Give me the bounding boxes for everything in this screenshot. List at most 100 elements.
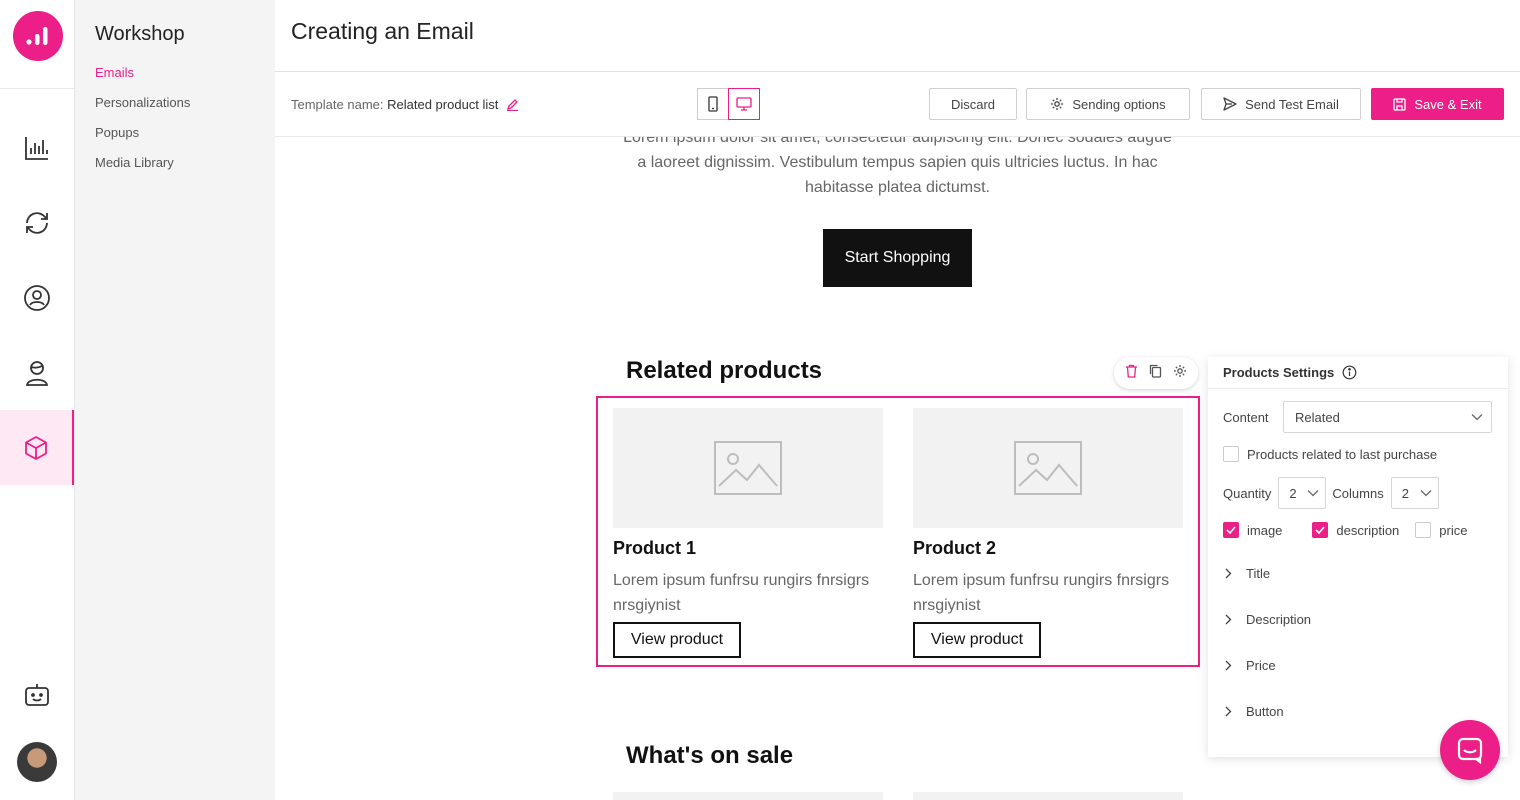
send-test-email-button[interactable]: Send Test Email [1201,88,1361,120]
logo-icon[interactable] [13,11,63,61]
mobile-view-button[interactable] [697,88,729,120]
panel-header: Products Settings [1208,357,1508,389]
accordion-button-label: Button [1246,704,1284,719]
sidebar-item-emails[interactable]: Emails [95,65,134,80]
image-checkbox[interactable] [1223,522,1239,538]
columns-value: 2 [1401,485,1409,501]
chat-icon [1457,737,1483,764]
contacts-icon[interactable] [0,260,74,335]
info-icon[interactable] [1342,365,1357,380]
chevron-down-icon [1307,490,1319,497]
profile-icon[interactable] [0,335,74,410]
editor-toolbar: Template name: Related product list Disc… [275,72,1520,137]
quantity-select[interactable]: 2 [1278,477,1327,509]
products-settings-panel: Products Settings Content Related Produc… [1208,357,1508,757]
product-card[interactable]: Product 1 Lorem ipsum funfrsu rungirs fn… [613,408,883,658]
avatar[interactable] [17,742,57,782]
workshop-sidebar: Workshop Emails Personalizations Popups … [75,0,275,800]
settings-icon[interactable] [1173,364,1187,383]
device-toggle [697,88,760,120]
start-shopping-button[interactable]: Start Shopping [823,229,972,287]
automation-icon[interactable] [0,185,74,260]
check-icon [1315,526,1326,534]
content-label: Content [1223,409,1269,425]
intro-text[interactable]: Lorem ipsum dolor sit amet, consectetur … [620,137,1175,200]
chevron-right-icon [1225,568,1232,579]
accordion-title[interactable]: Title [1225,566,1270,581]
product-description: Lorem ipsum funfrsu rungirs fnrsigrs nrs… [913,572,1170,614]
related-products-title[interactable]: Related products [626,357,822,385]
image-option-label: image [1247,522,1283,538]
template-name-label: Template name: [291,97,384,112]
sidebar-item-personalizations[interactable]: Personalizations [95,95,190,110]
products-block[interactable]: Product 1 Lorem ipsum funfrsu rungirs fn… [596,396,1200,667]
view-product-button[interactable]: View product [613,622,741,658]
pencil-icon[interactable] [506,98,519,114]
product-card[interactable]: Product 2 Lorem ipsum funfrsu rungirs fn… [913,408,1183,658]
related-purchase-checkbox[interactable] [1223,446,1239,462]
columns-select[interactable]: 2 [1390,477,1439,509]
accordion-price-label: Price [1246,658,1276,673]
sidebar-title: Workshop [95,23,185,45]
description-option-label: description [1336,522,1400,538]
sending-options-button[interactable]: Sending options [1026,88,1190,120]
chevron-right-icon [1225,614,1232,625]
sidebar-item-popups[interactable]: Popups [95,125,139,140]
discard-button[interactable]: Discard [929,88,1017,120]
chat-launcher-button[interactable] [1440,720,1500,780]
block-actions [1114,357,1198,389]
delete-icon[interactable] [1125,364,1138,383]
description-checkbox[interactable] [1312,522,1329,538]
view-product-button[interactable]: View product [913,622,1041,658]
sale-product-image [913,792,1183,800]
save-exit-label: Save & Exit [1414,96,1482,112]
chevron-down-icon [1471,414,1483,421]
chevron-right-icon [1225,660,1232,671]
product-title: Product 1 [613,538,697,558]
quantity-value: 2 [1289,485,1297,501]
chatbot-icon[interactable] [0,657,74,732]
sale-product-image [613,792,883,800]
content-row: Content Related [1223,401,1492,433]
gear-icon [1051,98,1064,110]
chevron-right-icon [1225,706,1232,717]
save-exit-button[interactable]: Save & Exit [1371,88,1504,120]
quantity-label: Quantity [1223,485,1272,501]
duplicate-icon[interactable] [1149,364,1162,383]
accordion-price[interactable]: Price [1225,658,1276,673]
page-title: Creating an Email [291,18,474,44]
accordion-description-label: Description [1246,612,1312,627]
content-value: Related [1295,409,1340,425]
whats-on-sale-title[interactable]: What's on sale [626,742,793,770]
price-option-label: price [1439,522,1468,538]
analytics-icon[interactable] [0,110,74,185]
accordion-title-label: Title [1246,566,1271,581]
sidebar-item-media-library[interactable]: Media Library [95,155,174,170]
check-icon [1226,526,1236,534]
display-options-row: image description price [1223,522,1467,538]
page-header: Creating an Email [275,0,1520,72]
chevron-down-icon [1420,490,1432,497]
products-icon[interactable] [0,410,74,485]
template-name: Template name: Related product list [291,97,519,114]
columns-label: Columns [1332,485,1384,501]
product-title: Product 2 [913,538,997,558]
price-checkbox[interactable] [1415,522,1432,538]
product-description: Lorem ipsum funfrsu rungirs fnrsigrs nrs… [613,572,870,614]
panel-title: Products Settings [1223,365,1335,380]
send-icon [1223,97,1237,111]
accordion-description[interactable]: Description [1225,612,1311,627]
desktop-view-button[interactable] [728,88,760,120]
save-icon [1393,97,1407,111]
send-test-email-label: Send Test Email [1245,96,1339,112]
image-placeholder-icon [913,408,1183,528]
template-name-value: Related product list [387,97,499,112]
accordion-button[interactable]: Button [1225,704,1284,719]
related-purchase-label: Products related to last purchase [1247,446,1438,462]
sending-options-label: Sending options [1072,96,1166,112]
image-placeholder-icon [613,408,883,528]
content-select[interactable]: Related [1283,401,1492,433]
related-purchase-row[interactable]: Products related to last purchase [1223,446,1437,462]
rail-divider [0,88,74,89]
quantity-columns-row: Quantity 2 Columns 2 [1223,477,1439,509]
